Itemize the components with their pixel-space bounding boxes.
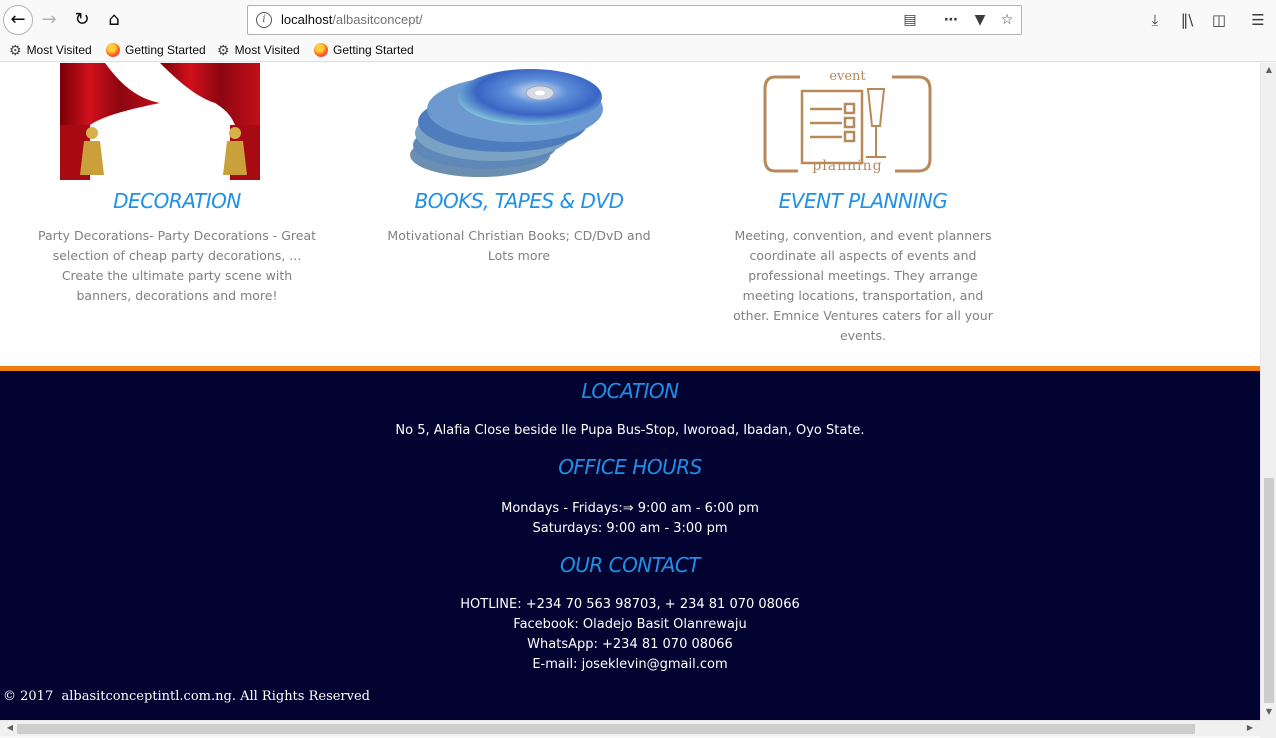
reload-icon[interactable]: ↻ [67,5,97,35]
weekday-hours: Mondays - Fridays:⇒ 9:00 am - 6:00 pm [501,501,759,516]
bookmark-item[interactable]: ⚙ Most Visited [217,43,300,57]
firefox-icon [314,43,328,57]
bookmark-label: Most Visited [26,43,92,57]
sidebar-icon[interactable]: ◫ [1207,8,1231,32]
downloads-icon[interactable]: ⤓ [1143,8,1167,32]
email-text: E-mail: joseklevin@gmail.com [532,657,728,672]
scrollbar-corner [1260,720,1276,738]
service-description: Meeting, convention, and event planners … [733,228,993,343]
menu-icon[interactable]: ☰ [1246,8,1270,32]
logo-bottom-text: planning [812,158,883,174]
saturday-hours: Saturdays: 9:00 am - 3:00 pm [532,521,728,536]
url-path: /albasitconcept/ [332,12,423,27]
copyright-text: © 2017 albasitconceptintl.com.ng. All Ri… [3,689,371,704]
home-icon[interactable]: ⌂ [99,5,129,35]
service-description: Party Decorations- Party Decorations - G… [37,228,317,303]
horizontal-scroll-thumb[interactable] [17,724,1195,734]
whatsapp-text: WhatsApp: +234 81 070 08066 [527,637,733,652]
address-bar[interactable]: i localhost/albasitconcept/ ▤ ⋯ ▼ ☆ [247,5,1022,35]
scroll-left-arrow-icon[interactable]: ◀ [2,723,18,732]
bookmark-item[interactable]: Getting Started [314,43,414,57]
address-text: No 5, Alafia Close beside Ile Pupa Bus-S… [395,423,865,438]
firefox-icon [106,43,120,57]
bookmark-star-icon[interactable]: ☆ [997,11,1017,29]
service-books: BOOKS, TAPES & DVD Motivational Christia… [369,189,669,266]
site-footer: LOCATION No 5, Alafia Close beside Ile P… [0,366,1260,720]
vertical-scroll-thumb[interactable] [1264,478,1274,703]
info-icon[interactable]: i [256,12,272,28]
logo-top-text: event [829,69,866,84]
forward-arrow-icon[interactable]: → [34,5,64,35]
office-hours-heading: OFFICE HOURS [558,455,702,479]
library-icon[interactable]: ‖\ [1175,8,1199,32]
back-arrow-icon[interactable]: ← [3,5,33,35]
service-title[interactable]: DECORATION [27,189,327,213]
gear-icon: ⚙ [217,42,230,58]
scroll-up-arrow-icon[interactable]: ▲ [1261,65,1276,74]
curtain-image [60,63,260,180]
bookmarks-toolbar: ⚙ Most Visited Getting Started ⚙ Most Vi… [0,40,1276,62]
gear-icon: ⚙ [9,42,22,58]
browser-toolbar: ← → ↻ ⌂ i localhost/albasitconcept/ ▤ ⋯ … [0,0,1276,40]
pocket-icon[interactable]: ▼ [970,11,990,29]
bookmark-item[interactable]: Getting Started [106,43,206,57]
reader-view-icon[interactable]: ▤ [900,11,920,29]
bookmark-label: Getting Started [333,43,414,57]
url-text[interactable]: localhost/albasitconcept/ [281,12,423,27]
services-section: event planning DECORATION Party Decorati… [0,63,1260,366]
scroll-right-arrow-icon[interactable]: ▶ [1242,723,1258,732]
vertical-scrollbar[interactable]: ▲ ▼ [1260,63,1276,720]
bookmark-label: Most Visited [234,43,300,57]
horizontal-scrollbar[interactable]: ◀ ▶ [0,720,1260,736]
disc-stack-image [410,69,603,177]
scroll-down-arrow-icon[interactable]: ▼ [1261,707,1276,716]
bookmark-label: Getting Started [125,43,206,57]
service-description: Motivational Christian Books; CD/DvD and… [387,228,651,263]
bookmark-item[interactable]: ⚙ Most Visited [9,43,92,57]
service-title[interactable]: EVENT PLANNING [728,189,998,213]
url-host: localhost [281,12,333,27]
page-actions-icon[interactable]: ⋯ [941,11,961,29]
facebook-text: Facebook: Oladejo Basit Olanrewaju [513,617,747,632]
service-title[interactable]: BOOKS, TAPES & DVD [369,189,669,213]
page-viewport: event planning DECORATION Party Decorati… [0,63,1260,720]
service-event-planning: EVENT PLANNING Meeting, convention, and … [728,189,998,346]
location-heading: LOCATION [581,379,679,403]
service-decoration: DECORATION Party Decorations- Party Deco… [27,189,327,306]
hotline-text: HOTLINE: +234 70 563 98703, + 234 81 070… [460,597,800,612]
contact-heading: OUR CONTACT [559,553,701,577]
